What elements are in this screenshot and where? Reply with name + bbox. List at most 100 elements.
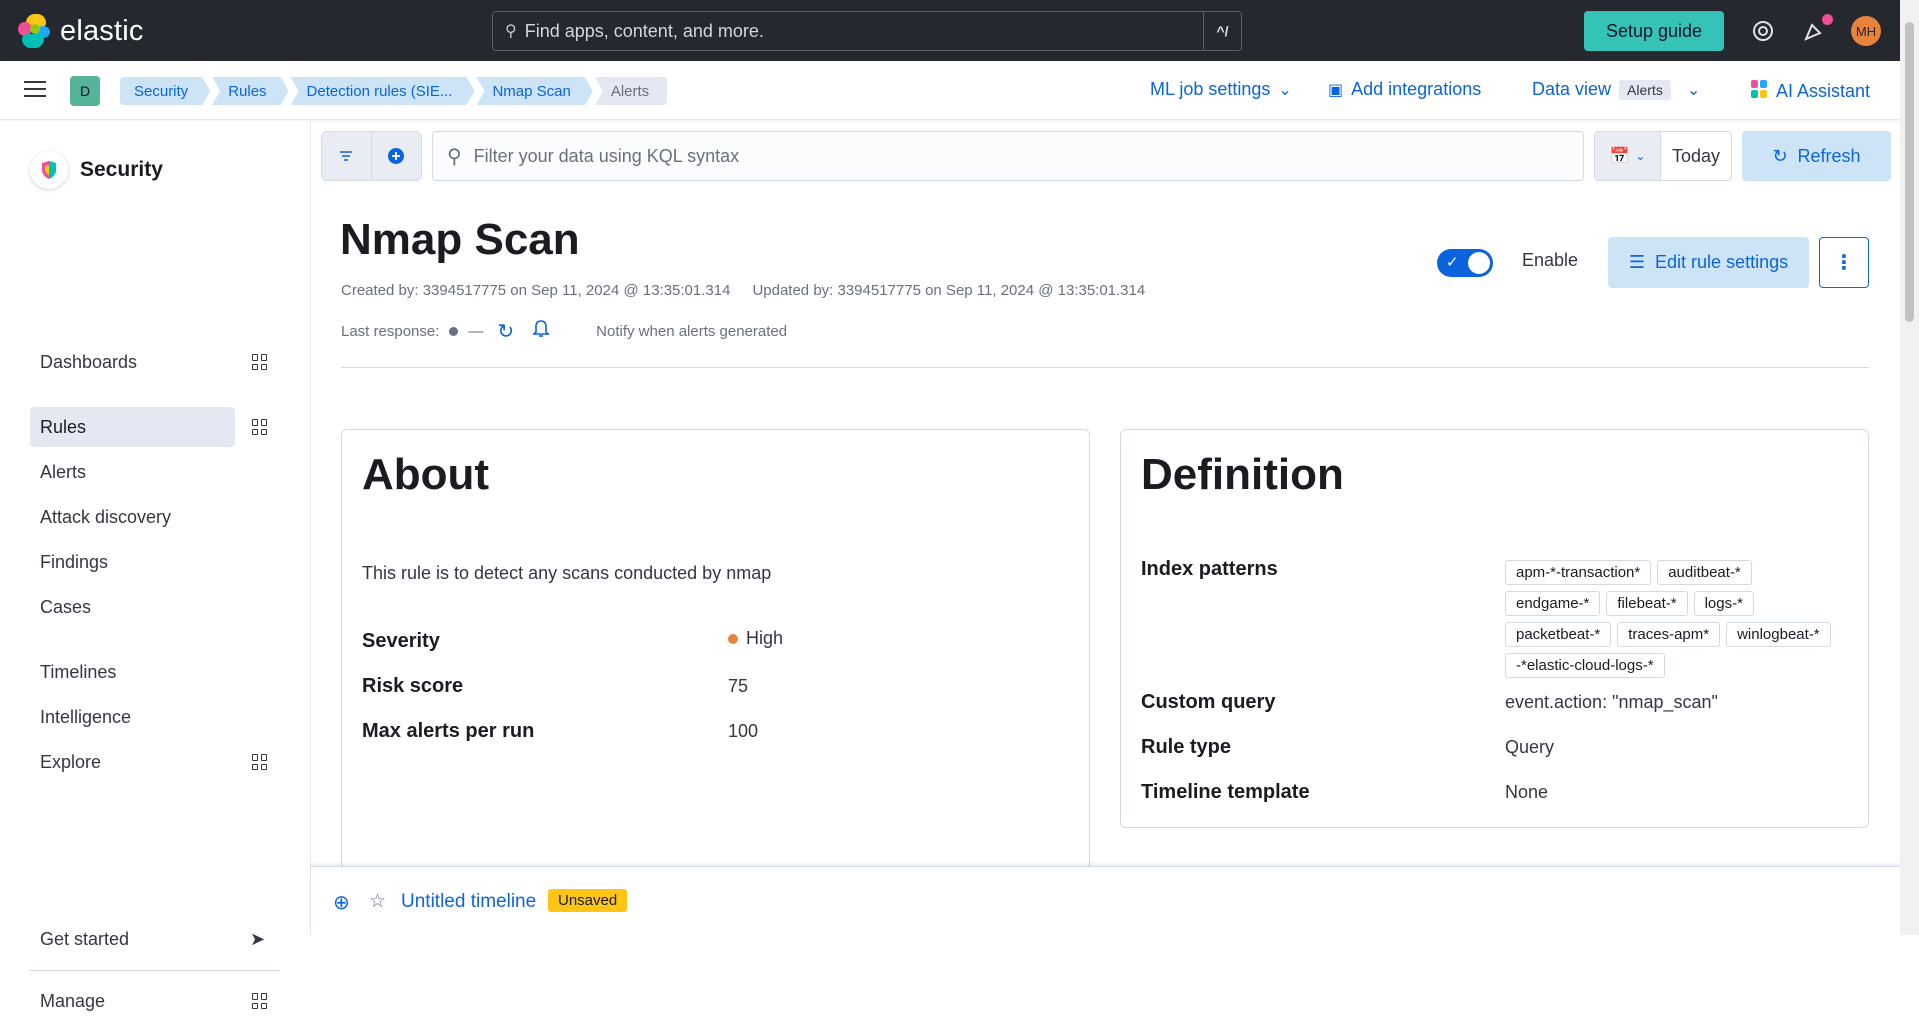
- sidebar-item-attack-discovery[interactable]: Attack discovery: [30, 497, 235, 537]
- timeline-template-label: Timeline template: [1141, 781, 1310, 803]
- created-by: Created by: 3394517775 on Sep 11, 2024 @…: [341, 282, 731, 299]
- refresh-icon[interactable]: ↻: [497, 319, 514, 344]
- breadcrumb-nmap-scan[interactable]: Nmap Scan: [476, 77, 592, 105]
- last-response: Last response: — ↻ Notify when alerts ge…: [341, 318, 787, 344]
- index-pattern-tag: logs-*: [1693, 591, 1754, 616]
- add-integrations-button[interactable]: ▣ Add integrations: [1328, 79, 1481, 100]
- sidebar-item-label: Timelines: [40, 661, 117, 682]
- filter-options-button[interactable]: [322, 132, 372, 180]
- sidebar-item-findings[interactable]: Findings: [30, 542, 235, 582]
- space-avatar[interactable]: D: [70, 76, 100, 106]
- sidebar-item-alerts[interactable]: Alerts: [30, 452, 235, 492]
- elastic-logo-icon: [18, 14, 52, 48]
- search-placeholder: Find apps, content, and more.: [524, 20, 764, 41]
- breadcrumb-security[interactable]: Security: [120, 77, 210, 105]
- sidebar-item-intelligence[interactable]: Intelligence: [30, 697, 235, 737]
- calendar-icon[interactable]: 📅 ⌄: [1595, 132, 1661, 180]
- data-view-badge: Alerts: [1619, 79, 1671, 100]
- add-filter-button[interactable]: [372, 132, 422, 180]
- risk-score-label: Risk score: [362, 675, 464, 697]
- sidebar-item-manage[interactable]: Manage: [30, 981, 235, 1021]
- divider: [341, 367, 1869, 368]
- sidebar-item-cases[interactable]: Cases: [30, 587, 235, 627]
- sidebar-item-label: Findings: [40, 551, 109, 572]
- breadcrumb-detection-rules[interactable]: Detection rules (SIE...: [291, 77, 475, 105]
- bell-icon[interactable]: [532, 318, 551, 344]
- max-alerts-label: Max alerts per run: [362, 720, 535, 742]
- index-pattern-tag: -*elastic-cloud-logs-*: [1505, 653, 1665, 678]
- user-avatar[interactable]: MH: [1851, 16, 1881, 46]
- grid-icon[interactable]: [252, 354, 268, 370]
- more-actions-button[interactable]: ⋮: [1819, 237, 1869, 288]
- global-search-input[interactable]: ⚲ Find apps, content, and more. ^/: [492, 11, 1242, 51]
- sidebar-item-label: Explore: [40, 751, 102, 772]
- updated-by: Updated by: 3394517775 on Sep 11, 2024 @…: [752, 282, 1146, 299]
- index-pattern-tag: apm-*-transaction*: [1505, 560, 1652, 585]
- last-response-value: —: [468, 322, 484, 340]
- notification-dot: [1822, 14, 1833, 25]
- chevron-down-icon: ⌄: [1278, 81, 1292, 99]
- timeline-name-link[interactable]: Untitled timeline: [401, 891, 536, 913]
- ai-assistant-button[interactable]: AI Assistant: [1750, 79, 1870, 104]
- breadcrumb-alerts: Alerts: [594, 77, 668, 105]
- max-alerts-value: 100: [728, 721, 759, 741]
- help-icon[interactable]: [1749, 17, 1777, 45]
- chevron-down-icon: ⌄: [1686, 81, 1701, 99]
- star-icon[interactable]: ☆: [369, 890, 386, 913]
- refresh-label: Refresh: [1797, 145, 1861, 166]
- security-logo-icon: [30, 151, 68, 189]
- sidebar-item-label: Attack discovery: [40, 506, 172, 527]
- data-view-label: Data view: [1532, 79, 1612, 99]
- breadcrumb-rules[interactable]: Rules: [212, 77, 288, 105]
- enable-label: Enable: [1522, 250, 1579, 270]
- ml-job-settings-label: ML job settings: [1150, 79, 1271, 99]
- top-header: elastic ⚲ Find apps, content, and more. …: [0, 0, 1919, 61]
- toggle-knob: [1468, 252, 1490, 274]
- setup-guide-button[interactable]: Setup guide: [1584, 11, 1724, 51]
- page-title: Nmap Scan: [340, 215, 580, 264]
- index-pattern-tag: endgame-*: [1505, 591, 1601, 616]
- rule-description: This rule is to detect any scans conduct…: [362, 563, 772, 583]
- sidebar-header: Security: [30, 151, 163, 189]
- refresh-button[interactable]: ↻ Refresh: [1742, 131, 1891, 181]
- sidebar-item-rules[interactable]: Rules: [30, 407, 235, 447]
- dots-vertical-icon: ⋮: [1834, 252, 1854, 274]
- data-view-picker[interactable]: Data view Alerts ⌄: [1532, 79, 1700, 100]
- grid-icon[interactable]: [252, 754, 268, 770]
- about-title: About: [362, 450, 490, 499]
- edit-rule-label: Edit rule settings: [1655, 252, 1789, 272]
- rule-type-value: Query: [1505, 737, 1555, 757]
- sidebar-item-get-started[interactable]: Get started: [30, 919, 235, 959]
- rule-type-label: Rule type: [1141, 736, 1232, 758]
- date-label[interactable]: Today: [1661, 132, 1731, 180]
- add-integrations-label: Add integrations: [1351, 79, 1482, 99]
- sidebar-item-label: Alerts: [40, 461, 87, 482]
- index-pattern-tag: packetbeat-*: [1505, 622, 1612, 647]
- notify-label: Notify when alerts generated: [596, 322, 788, 340]
- severity-text: High: [746, 628, 784, 648]
- last-response-label: Last response:: [341, 322, 440, 340]
- menu-icon[interactable]: [24, 81, 46, 99]
- sidebar-item-dashboards[interactable]: Dashboards: [30, 342, 235, 382]
- elastic-logo[interactable]: elastic: [18, 14, 144, 48]
- refresh-icon: ↻: [1772, 145, 1788, 166]
- ml-job-settings-button[interactable]: ML job settings ⌄: [1150, 79, 1292, 100]
- page-scrollbar[interactable]: [1900, 0, 1919, 935]
- sliders-icon: ☰: [1628, 252, 1646, 272]
- enable-toggle[interactable]: ✓: [1437, 249, 1493, 277]
- side-nav: Security Dashboards Rules Alerts Attack …: [0, 121, 311, 1011]
- sidebar-item-timelines[interactable]: Timelines: [30, 652, 235, 692]
- severity-dot: [728, 634, 738, 645]
- scrollbar-thumb[interactable]: [1905, 22, 1914, 322]
- add-timeline-icon[interactable]: ⊕: [333, 890, 350, 915]
- kql-search-input[interactable]: ⚲ Filter your data using KQL syntax: [432, 131, 1584, 181]
- logo-text: elastic: [60, 14, 144, 47]
- definition-panel: Definition Index patterns apm-*-transact…: [1120, 429, 1869, 828]
- edit-rule-settings-button[interactable]: ☰ Edit rule settings: [1608, 237, 1809, 288]
- grid-icon[interactable]: [252, 419, 268, 435]
- grid-icon[interactable]: [252, 993, 268, 1009]
- sidebar-item-explore[interactable]: Explore: [30, 742, 235, 782]
- custom-query-value: event.action: "nmap_scan": [1505, 692, 1718, 712]
- definition-title: Definition: [1141, 450, 1344, 499]
- date-picker[interactable]: 📅 ⌄ Today: [1594, 131, 1732, 181]
